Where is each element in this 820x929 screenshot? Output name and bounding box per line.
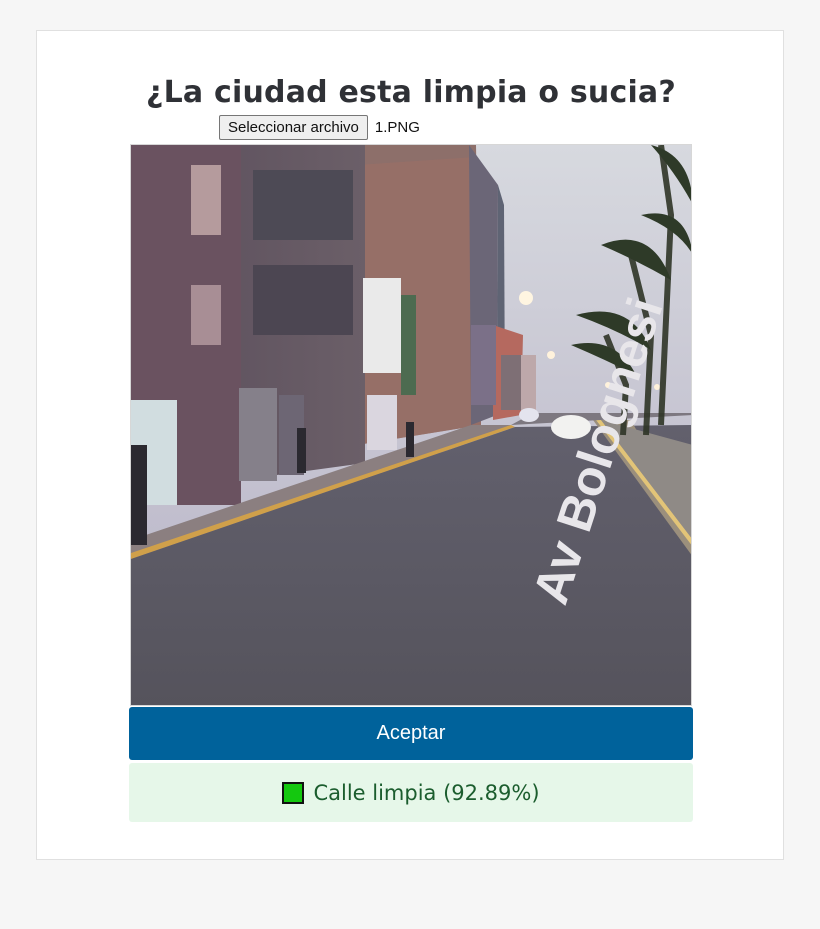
street-photo: Av Bolognesi (131, 145, 691, 705)
select-file-button[interactable]: Seleccionar archivo (219, 114, 368, 140)
main-card: ¿La ciudad esta limpia o sucia? Seleccio… (36, 30, 784, 860)
file-input-row: Seleccionar archivo 1.PNG (219, 114, 420, 140)
uploaded-image-preview: Av Bolognesi (130, 144, 692, 706)
result-color-swatch (282, 781, 305, 804)
accept-button[interactable]: Aceptar (129, 707, 693, 760)
selected-file-name: 1.PNG (374, 118, 420, 136)
page-title: ¿La ciudad esta limpia o sucia? (146, 75, 676, 110)
prediction-result: Calle limpia (92.89%) (129, 763, 693, 822)
result-text: Calle limpia (92.89%) (313, 780, 540, 805)
